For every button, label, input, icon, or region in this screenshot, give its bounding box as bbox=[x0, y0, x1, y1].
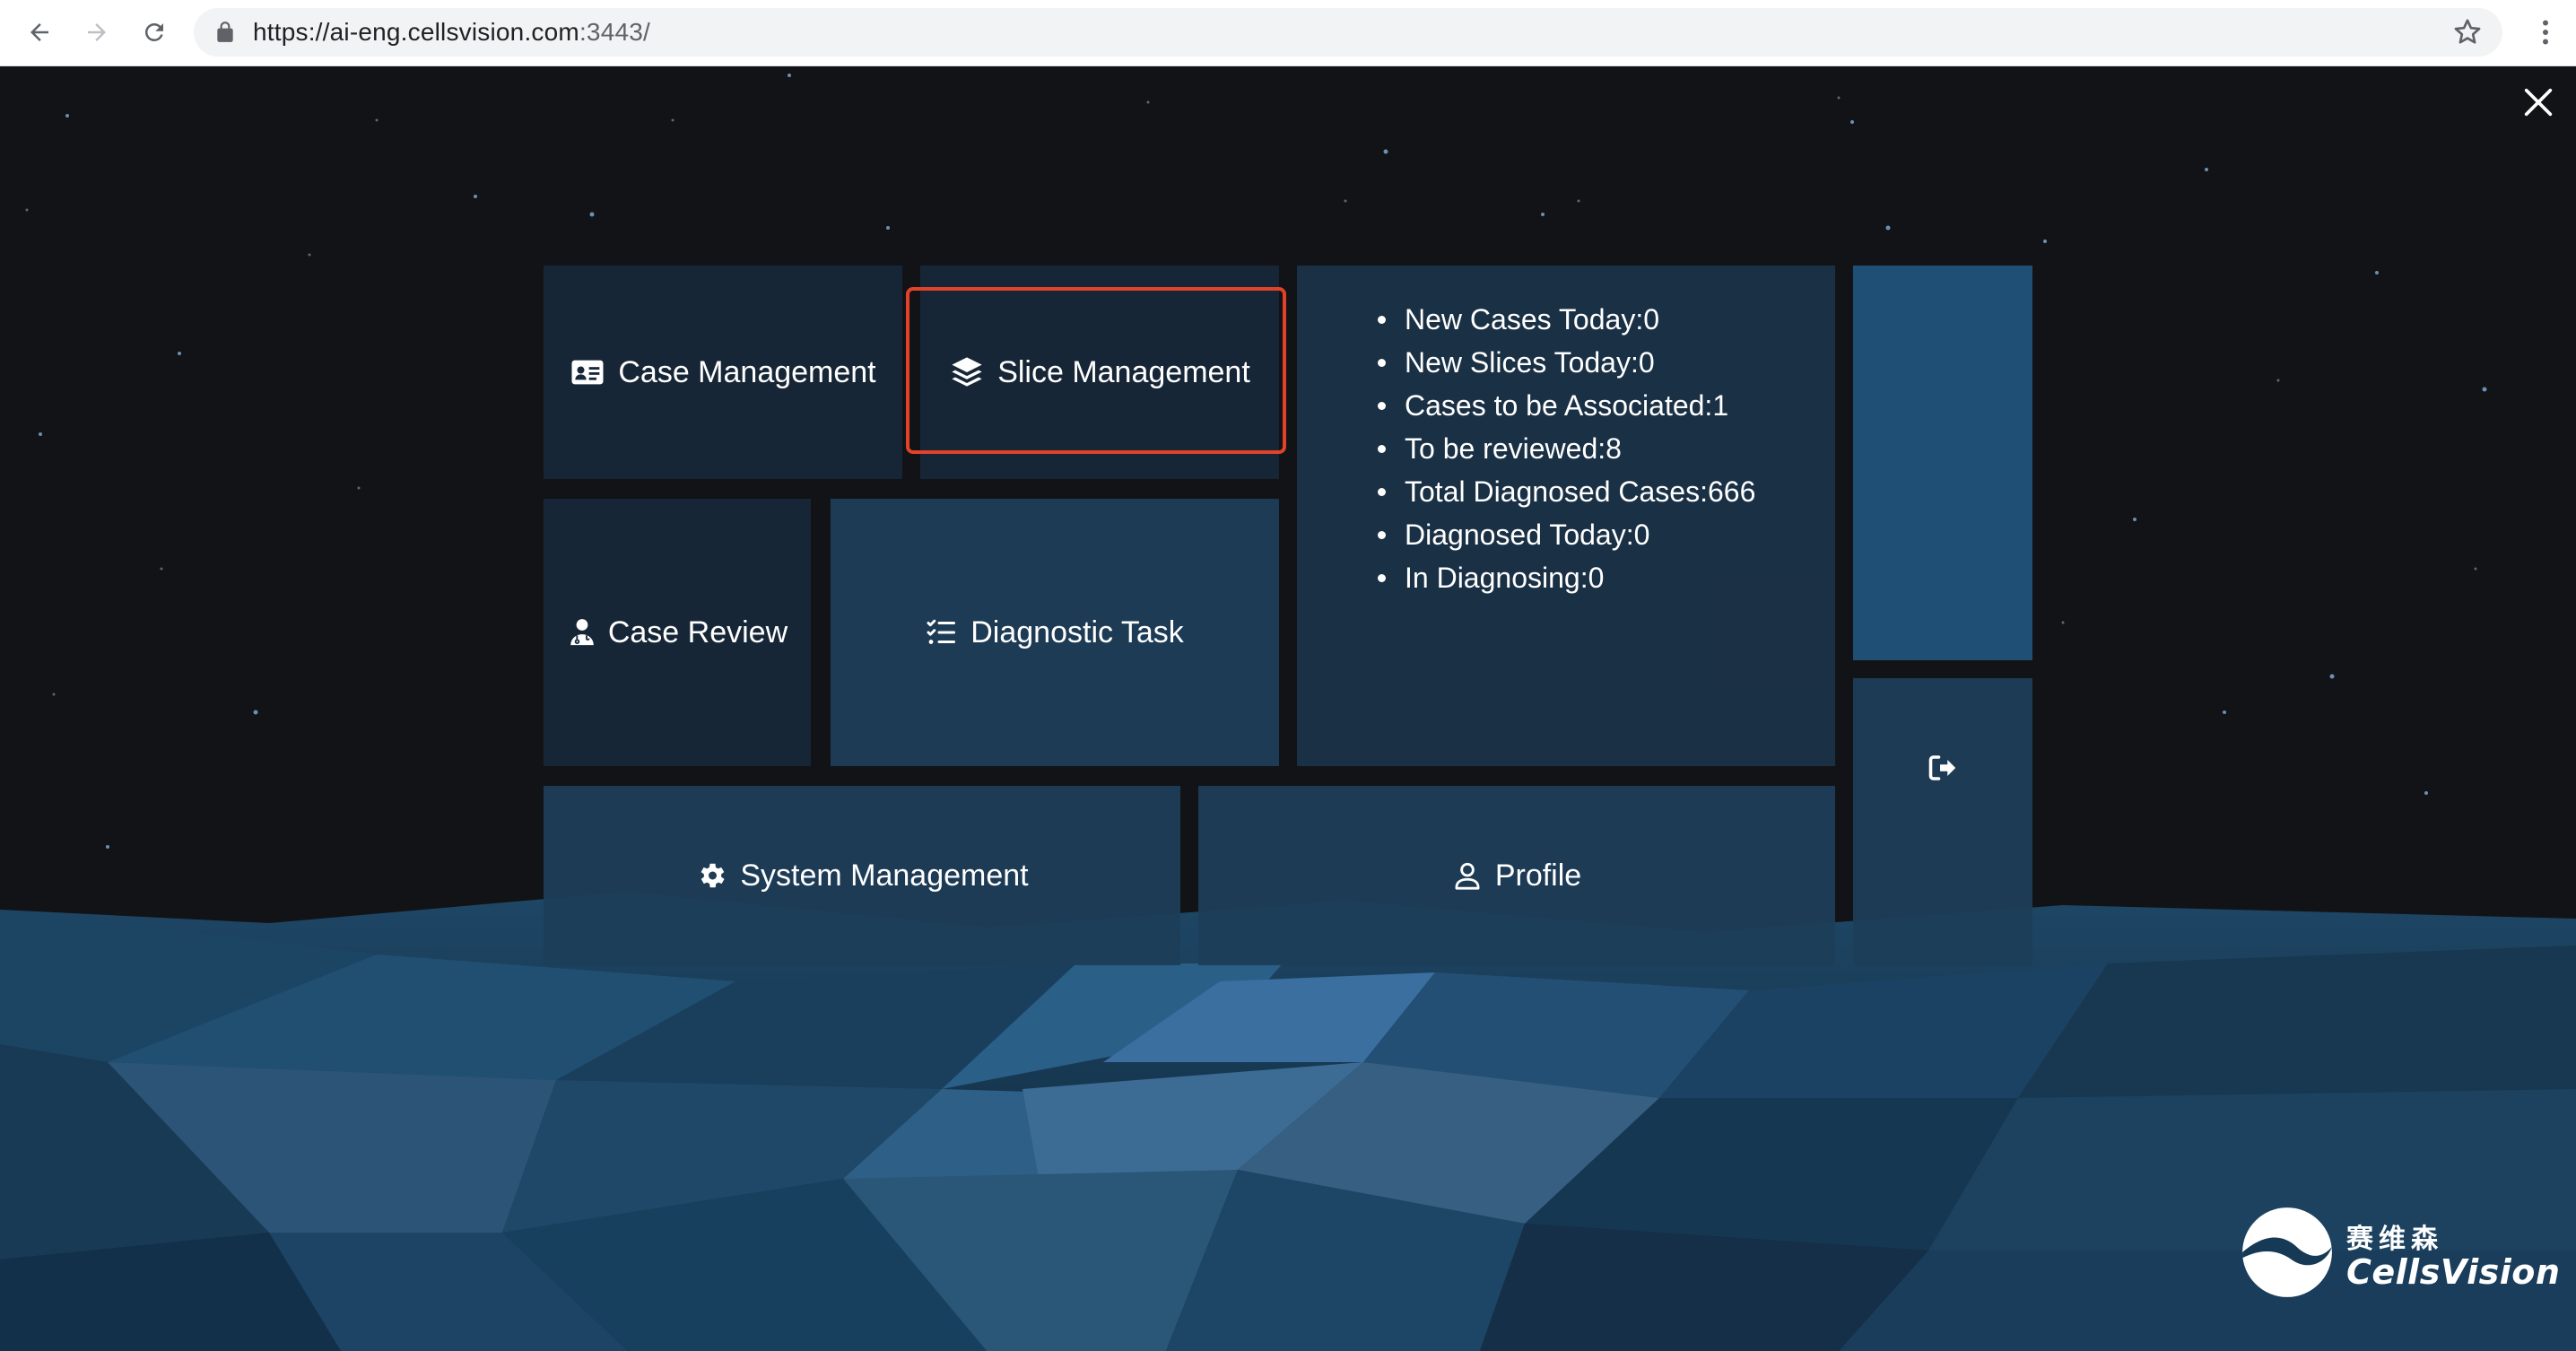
sign-out-icon bbox=[1927, 752, 1959, 784]
profile-tile[interactable]: Profile bbox=[1198, 786, 1835, 965]
system-management-label: System Management bbox=[740, 858, 1029, 893]
right-top-tile[interactable] bbox=[1853, 266, 2032, 660]
case-review-label: Case Review bbox=[607, 614, 788, 649]
logo-chinese-text: 赛维森 bbox=[2346, 1224, 2443, 1255]
logo-mark-icon bbox=[2242, 1207, 2332, 1297]
star-icon[interactable] bbox=[2451, 16, 2484, 48]
stat-new-slices-today: New Slices Today:0 bbox=[1377, 341, 1755, 384]
lock-icon bbox=[217, 22, 233, 42]
stat-new-cases-today: New Cases Today:0 bbox=[1377, 298, 1755, 341]
stat-to-be-reviewed: To be reviewed:8 bbox=[1377, 427, 1755, 470]
stat-diagnosed-today: Diagnosed Today:0 bbox=[1377, 513, 1755, 556]
logo-english-text: CellsVision bbox=[2346, 1252, 2561, 1292]
url-port: :3443/ bbox=[579, 18, 650, 46]
doctor-icon bbox=[567, 617, 597, 648]
reload-icon bbox=[144, 22, 163, 41]
url-text: https://ai-eng.cellsvision.com:3443/ bbox=[253, 8, 650, 57]
arrow-right-icon bbox=[88, 23, 106, 41]
gear-icon bbox=[695, 859, 727, 892]
app-page: Case Management Slice Management New Cas… bbox=[0, 66, 2576, 1351]
stats-panel: New Cases Today:0 New Slices Today:0 Cas… bbox=[1297, 266, 1835, 766]
close-icon[interactable] bbox=[2520, 84, 2556, 120]
slice-management-label: Slice Management bbox=[997, 354, 1250, 389]
stat-total-diagnosed-cases: Total Diagnosed Cases:666 bbox=[1377, 470, 1755, 513]
system-management-tile[interactable]: System Management bbox=[544, 786, 1180, 965]
kebab-menu-icon[interactable] bbox=[2529, 16, 2562, 48]
slice-management-tile[interactable]: Slice Management bbox=[920, 266, 1279, 479]
back-button[interactable] bbox=[22, 14, 57, 50]
diagnostic-task-label: Diagnostic Task bbox=[970, 614, 1184, 649]
reload-button[interactable] bbox=[136, 14, 172, 50]
stats-list: New Cases Today:0 New Slices Today:0 Cas… bbox=[1297, 298, 1755, 599]
cellsvision-logo: 赛维森 CellsVision bbox=[2241, 1206, 2560, 1304]
layers-icon bbox=[949, 354, 985, 390]
task-list-icon bbox=[926, 616, 958, 649]
browser-toolbar: https://ai-eng.cellsvision.com:3443/ bbox=[0, 0, 2576, 66]
case-management-label: Case Management bbox=[618, 354, 876, 389]
stat-cases-to-be-associated: Cases to be Associated:1 bbox=[1377, 384, 1755, 427]
address-bar[interactable]: https://ai-eng.cellsvision.com:3443/ bbox=[194, 8, 2502, 57]
url-host: https://ai-eng.cellsvision.com bbox=[253, 18, 579, 46]
arrow-left-icon bbox=[30, 23, 48, 41]
user-icon bbox=[1452, 860, 1483, 891]
id-card-icon bbox=[570, 354, 605, 390]
case-management-tile[interactable]: Case Management bbox=[544, 266, 902, 479]
diagnostic-task-tile[interactable]: Diagnostic Task bbox=[831, 499, 1279, 766]
logout-tile[interactable] bbox=[1853, 678, 2032, 965]
background-landscape bbox=[0, 66, 2576, 1351]
forward-button[interactable] bbox=[79, 14, 115, 50]
stat-in-diagnosing: In Diagnosing:0 bbox=[1377, 556, 1755, 599]
case-review-tile[interactable]: Case Review bbox=[544, 499, 811, 766]
profile-label: Profile bbox=[1494, 858, 1582, 893]
